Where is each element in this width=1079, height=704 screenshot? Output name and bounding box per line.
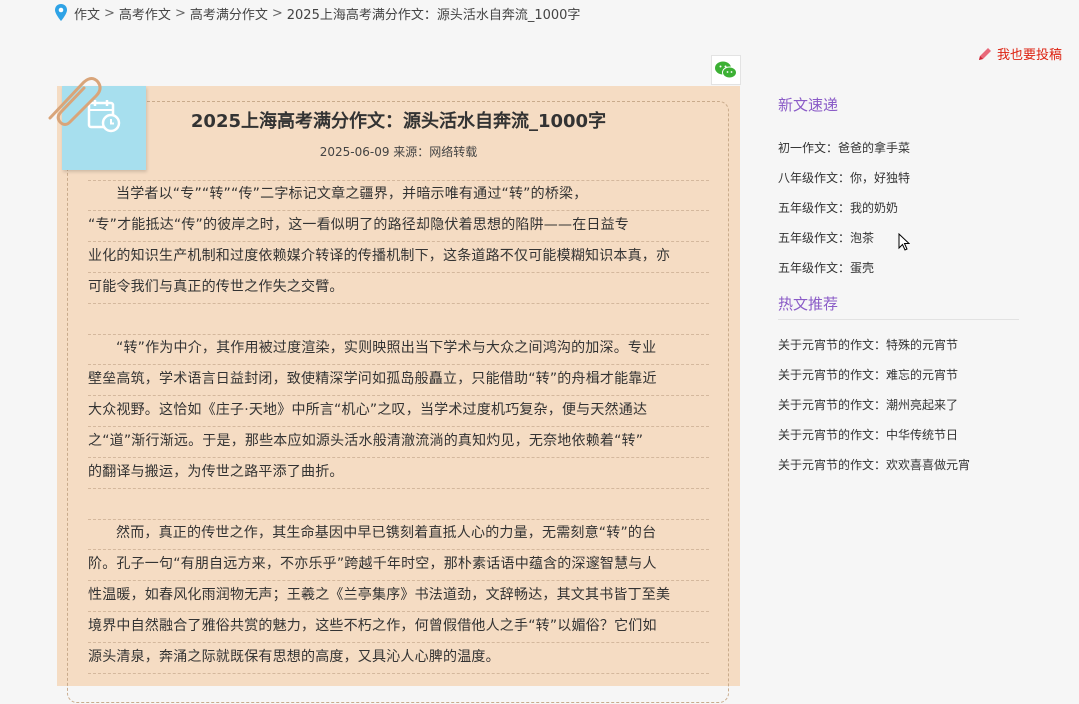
paragraph-line: “转”作为中介，其作用被过度渲染，实则映照出当下学术与大众之间鸿沟的加深。专业 (88, 334, 709, 365)
new-article-link[interactable]: 初一作文：爸爸的拿手菜 (778, 133, 1019, 163)
paragraph-line: 然而，真正的传世之作，其生命基因中早已镌刻着直抵人心的力量，无需刻意“转”的台 (88, 519, 709, 550)
paragraph: 当学者以“专”“转”“传”二字标记文章之疆界，并暗示唯有通过“转”的桥梁， “专… (88, 180, 709, 304)
paragraph-line: 大众视野。这恰如《庄子·天地》中所言“机心”之叹，当学术过度机巧复杂，便与天然通… (88, 396, 709, 427)
hot-articles-heading[interactable]: 热文推荐 (778, 291, 1019, 320)
hot-article-link[interactable]: 关于元宵节的作文：中华传统节日 (778, 420, 1019, 450)
breadcrumb: 作文 > 高考作文 > 高考满分作文 > 2025上海高考满分作文：源头活水自奔… (54, 3, 580, 23)
breadcrumb-link-3[interactable]: 高考满分作文 (190, 4, 268, 23)
hot-article-link[interactable]: 关于元宵节的作文：潮州亮起来了 (778, 390, 1019, 420)
paragraph-line: 业化的知识生产机制和过度依赖媒介转译的传播机制下，这条道路不仅可能模糊知识本真，… (88, 242, 709, 273)
paragraph-line: 可能令我们与真正的传世之作失之交臂。 (88, 273, 709, 304)
hot-article-link[interactable]: 关于元宵节的作文：欢欢喜喜做元宵 (778, 450, 1019, 480)
submit-article-link[interactable]: 我也要投稿 (977, 44, 1062, 63)
paragraph-line: 阶。孔子一句“有朋自远方来，不亦乐乎”跨越千年时空，那朴素话语中蕴含的深邃智慧与… (88, 550, 709, 581)
breadcrumb-separator: > (271, 5, 283, 21)
breadcrumb-link-2[interactable]: 高考作文 (119, 4, 171, 23)
paragraph-line: 之“道”渐行渐远。于是，那些本应如源头活水般清澈流淌的真知灼见，无奈地依赖着“转… (88, 427, 709, 458)
hot-articles-list: 关于元宵节的作文：特殊的元宵节 关于元宵节的作文：难忘的元宵节 关于元宵节的作文… (778, 330, 1019, 480)
breadcrumb-current: 2025上海高考满分作文：源头活水自奔流_1000字 (286, 7, 581, 23)
paragraph-line: 性温暖，如春风化雨润物无声；王羲之《兰亭集序》书法道劲，文辞畅达，其文其书皆丁至… (88, 581, 709, 612)
paragraph-line: 境界中自然融合了雅俗共赏的魅力，这些不朽之作，何曾假借他人之手“转”以媚俗？它们… (88, 612, 709, 643)
paragraph-line: 壁垒高筑，学术语言日益封闭，致使精深学问如孤岛般矗立，只能借助“转”的舟楫才能靠… (88, 365, 709, 396)
hot-article-link[interactable]: 关于元宵节的作文：难忘的元宵节 (778, 360, 1019, 390)
article-body: 当学者以“专”“转”“传”二字标记文章之疆界，并暗示唯有通过“转”的桥梁， “专… (88, 180, 709, 704)
new-articles-list: 初一作文：爸爸的拿手菜 八年级作文：你，好独特 五年级作文：我的奶奶 五年级作文… (778, 133, 1019, 283)
submit-label: 我也要投稿 (997, 48, 1063, 63)
new-article-link[interactable]: 五年级作文：蛋壳 (778, 253, 1019, 283)
breadcrumb-link-1[interactable]: 作文 (74, 4, 100, 23)
breadcrumb-separator: > (174, 5, 186, 21)
breadcrumb-separator: > (104, 5, 115, 21)
sidebar: 新文速递 初一作文：爸爸的拿手菜 八年级作文：你，好独特 五年级作文：我的奶奶 … (778, 92, 1019, 480)
article-title: 2025上海高考满分作文：源头活水自奔流_1000字 (190, 111, 607, 132)
new-article-link[interactable]: 五年级作文：我的奶奶 (778, 193, 1019, 223)
paragraph-line: “专”才能抵达“传”的彼岸之时，这一看似明了的路径却隐伏着思想的陷阱——在日益专 (88, 211, 709, 242)
paragraph: “转”作为中介，其作用被过度渲染，实则映照出当下学术与大众之间鸿沟的加深。专业 … (88, 334, 709, 489)
paragraph-line: 当学者以“专”“转”“传”二字标记文章之疆界，并暗示唯有通过“转”的桥梁， (88, 180, 709, 211)
wechat-share-button[interactable] (711, 55, 741, 85)
paragraph-line: 源头清泉，奔涌之际就既保有思想的高度，又具沁人心脾的温度。 (88, 643, 709, 674)
new-article-link[interactable]: 八年级作文：你，好独特 (778, 163, 1019, 193)
mouse-cursor-icon (898, 233, 910, 251)
paragraph: 然而，真正的传世之作，其生命基因中早已镌刻着直抵人心的力量，无需刻意“转”的台 … (88, 519, 709, 674)
pencil-icon (979, 47, 991, 60)
location-pin-icon (55, 4, 67, 21)
article-meta: 2025-06-09 来源：网络转载 (319, 145, 478, 159)
hot-article-link[interactable]: 关于元宵节的作文：特殊的元宵节 (778, 330, 1019, 360)
paragraph-line: 的翻译与搬运，为传世之路平添了曲折。 (88, 458, 709, 489)
new-articles-heading[interactable]: 新文速递 (778, 92, 1019, 118)
wechat-icon (715, 61, 737, 79)
